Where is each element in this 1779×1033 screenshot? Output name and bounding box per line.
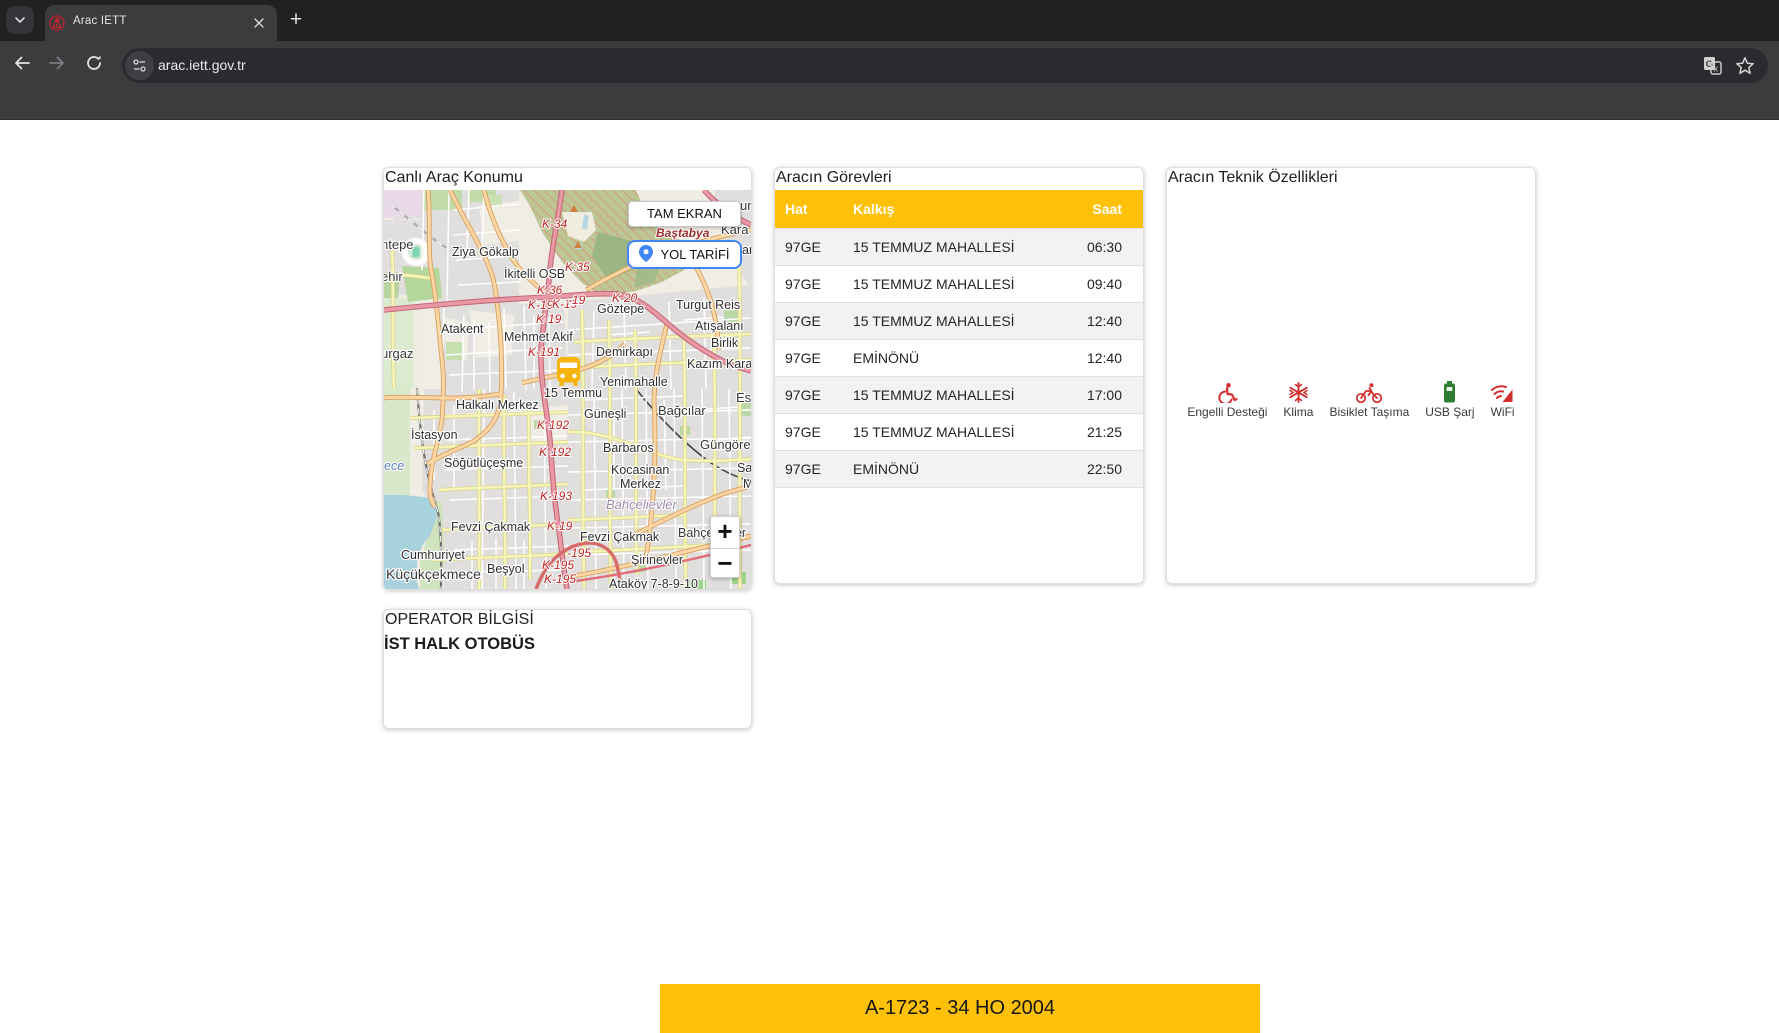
svg-text:M: M bbox=[743, 477, 751, 491]
svg-text:Güneşli: Güneşli bbox=[584, 407, 626, 421]
svg-text:K-19: K-19 bbox=[547, 519, 573, 533]
svg-text:Ziya Gökalp: Ziya Gökalp bbox=[452, 245, 519, 259]
svg-text:K-20: K-20 bbox=[612, 291, 638, 305]
svg-text:Söğütlüçeşme: Söğütlüçeşme bbox=[444, 456, 523, 470]
svg-text:G: G bbox=[1706, 59, 1713, 70]
svg-text:Ataköy 7-8-9-10: Ataköy 7-8-9-10 bbox=[609, 577, 698, 589]
svg-text:Cumhuriyet: Cumhuriyet bbox=[401, 548, 465, 562]
svg-text:Kocasinan: Kocasinan bbox=[611, 463, 669, 477]
svg-text:K-19: K-19 bbox=[528, 298, 554, 312]
svg-text:Fevzi Çakmak: Fevzi Çakmak bbox=[451, 520, 531, 534]
svg-text:-19: -19 bbox=[568, 293, 586, 307]
svg-text:K-36: K-36 bbox=[537, 283, 563, 297]
svg-text:Barbaros: Barbaros bbox=[603, 441, 654, 455]
svg-text:ehir: ehir bbox=[384, 269, 403, 284]
svg-text:K-191: K-191 bbox=[528, 345, 560, 359]
svg-text:Bağcılar: Bağcılar bbox=[658, 403, 706, 418]
svg-text:K:35: K:35 bbox=[565, 260, 590, 274]
svg-text:Şirinevler: Şirinevler bbox=[631, 553, 683, 567]
svg-text:Merkez: Merkez bbox=[620, 477, 661, 491]
svg-text:Atışalanı: Atışalanı bbox=[695, 319, 744, 333]
svg-text:Mehmet Akif: Mehmet Akif bbox=[504, 330, 573, 344]
svg-text:Turgut Reis: Turgut Reis bbox=[676, 298, 740, 312]
svg-text:K-192: K-192 bbox=[539, 445, 571, 459]
svg-text:Baştabya: Baştabya bbox=[656, 226, 710, 240]
svg-text:Atakent: Atakent bbox=[441, 322, 484, 336]
svg-text:Beşyol: Beşyol bbox=[487, 562, 525, 576]
svg-text:Güngöre: Güngöre bbox=[700, 437, 751, 452]
svg-text:K-195: K-195 bbox=[544, 572, 576, 586]
svg-text:-195: -195 bbox=[567, 546, 591, 560]
svg-text:Küçükçekmece: Küçükçekmece bbox=[386, 566, 481, 582]
svg-text:K-193: K-193 bbox=[540, 489, 572, 503]
svg-text:Halkalı Merkez: Halkalı Merkez bbox=[456, 398, 539, 412]
svg-text:x: x bbox=[1714, 64, 1719, 74]
svg-text:Demirkapı: Demirkapı bbox=[596, 345, 653, 359]
svg-text:Kazım Karab: Kazım Karab bbox=[687, 357, 751, 371]
svg-text:Birlik: Birlik bbox=[711, 336, 739, 350]
svg-text:ece: ece bbox=[384, 459, 404, 473]
svg-text:Sar: Sar bbox=[737, 461, 751, 475]
svg-text:Ese: Ese bbox=[736, 390, 751, 405]
svg-text:Bahçelievler: Bahçelievler bbox=[606, 497, 677, 512]
svg-text:İkitelli OSB: İkitelli OSB bbox=[504, 267, 565, 281]
svg-text:K-19: K-19 bbox=[536, 312, 562, 326]
svg-text:K-34: K-34 bbox=[542, 217, 568, 231]
svg-text:Fevzi Çakmak: Fevzi Çakmak bbox=[580, 530, 660, 544]
svg-text:K-195: K-195 bbox=[542, 558, 574, 572]
svg-text:15 Temmu: 15 Temmu bbox=[544, 386, 602, 400]
svg-text:arb: arb bbox=[742, 243, 751, 257]
svg-text:Yenimahalle: Yenimahalle bbox=[600, 375, 668, 389]
svg-text:İstasyon: İstasyon bbox=[411, 428, 458, 442]
svg-text:ntepe: ntepe bbox=[384, 237, 414, 252]
svg-text:urgaz: urgaz bbox=[384, 346, 414, 361]
svg-text:uri: uri bbox=[740, 198, 751, 213]
svg-text:K-192: K-192 bbox=[537, 418, 569, 432]
